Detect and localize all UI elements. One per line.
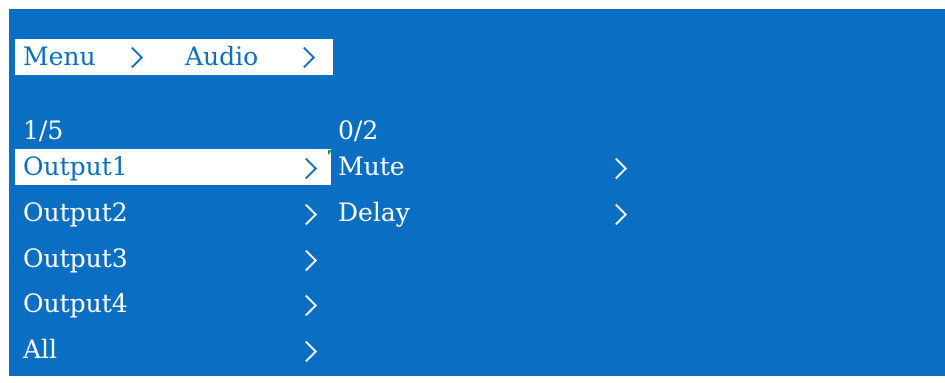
cursor-marker — [328, 150, 333, 155]
list-item-label: All — [23, 335, 58, 364]
chevron-right-icon — [605, 157, 628, 180]
chevron-right-icon — [605, 203, 628, 226]
breadcrumb-item-audio[interactable]: Audio — [185, 39, 258, 75]
list-item-label: Output1 — [23, 152, 128, 181]
list-item-label: Delay — [338, 198, 410, 227]
chevron-right-icon — [295, 203, 318, 226]
chevron-right-icon — [295, 340, 318, 363]
chevron-right-icon — [295, 294, 318, 317]
right-panel-counter: 0/2 — [338, 116, 379, 145]
list-item-label: Mute — [338, 152, 405, 181]
breadcrumb-item-menu[interactable]: Menu — [23, 39, 96, 75]
breadcrumb: Menu Audio — [15, 39, 333, 75]
osd-menu-screen: Menu Audio 1/5 0/2 Output1 Output2 Outpu… — [9, 9, 945, 376]
list-item-label: Output2 — [23, 198, 128, 227]
list-item-label: Output3 — [23, 244, 128, 273]
chevron-right-icon — [121, 46, 144, 69]
chevron-right-icon — [295, 249, 318, 272]
left-panel-counter: 1/5 — [23, 116, 64, 145]
list-item-label: Output4 — [23, 289, 128, 318]
chevron-right-icon — [293, 46, 316, 69]
